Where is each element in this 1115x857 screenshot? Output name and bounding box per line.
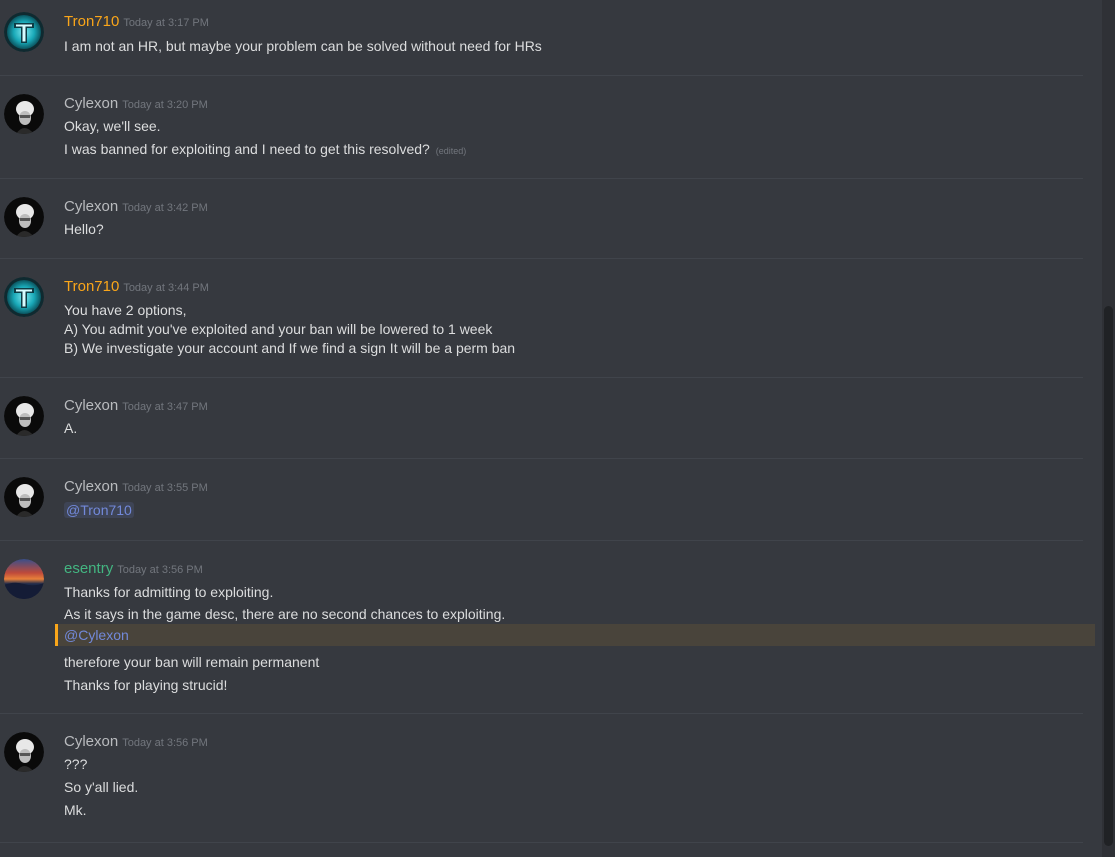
chat-messages: Tron710 Today at 3:17 PM I am not an HR, …	[0, 0, 1102, 857]
divider	[0, 258, 1083, 259]
username[interactable]: Cylexon	[64, 733, 118, 750]
message-header: Cylexon Today at 3:20 PM	[64, 94, 208, 115]
message-text: Mk.	[64, 802, 87, 818]
username[interactable]: esentry	[64, 560, 113, 577]
user-mention[interactable]: @Cylexon	[64, 627, 129, 643]
message-header: Cylexon Today at 3:56 PM	[64, 732, 208, 753]
user-mention[interactable]: @Tron710	[64, 502, 134, 518]
message-text: Thanks for playing strucid!	[64, 677, 228, 693]
message-header: Cylexon Today at 3:55 PM	[64, 477, 208, 498]
cylexon-avatar-icon[interactable]	[4, 396, 44, 436]
message-text: Hello?	[64, 221, 104, 237]
username[interactable]: Cylexon	[64, 198, 118, 215]
timestamp: Today at 3:17 PM	[123, 17, 209, 29]
divider	[0, 713, 1083, 714]
cylexon-avatar-icon[interactable]	[4, 732, 44, 772]
cylexon-avatar-icon[interactable]	[4, 94, 44, 134]
message-text: ???	[64, 756, 88, 772]
timestamp: Today at 3:56 PM	[117, 564, 203, 576]
message-header: Cylexon Today at 3:42 PM	[64, 197, 208, 218]
message-text: A.	[64, 420, 78, 436]
divider	[0, 377, 1083, 378]
username[interactable]: Cylexon	[64, 95, 118, 112]
message-text: Thanks for admitting to exploiting.	[64, 584, 274, 600]
message-header: Cylexon Today at 3:47 PM	[64, 396, 208, 417]
divider	[0, 842, 1083, 843]
username[interactable]: Cylexon	[64, 397, 118, 414]
timestamp: Today at 3:20 PM	[122, 99, 208, 111]
mention-highlight: @Cylexon	[55, 624, 1095, 646]
timestamp: Today at 3:42 PM	[122, 202, 208, 214]
esentry-avatar-icon[interactable]	[4, 559, 44, 599]
tron-avatar-icon[interactable]	[4, 12, 44, 52]
timestamp: Today at 3:44 PM	[123, 282, 209, 294]
message-text: I was banned for exploiting and I need t…	[64, 139, 466, 161]
username[interactable]: Cylexon	[64, 478, 118, 495]
message-text: B) We investigate your account and If we…	[64, 340, 516, 356]
message-text: @Tron710	[64, 500, 134, 520]
divider	[0, 458, 1083, 459]
message-text: @Cylexon	[64, 625, 129, 645]
username[interactable]: Tron710	[64, 278, 119, 295]
message-text: As it says in the game desc, there are n…	[64, 606, 506, 622]
tron-avatar-icon[interactable]	[4, 277, 44, 317]
divider	[0, 75, 1083, 76]
message-text: Okay, we'll see.	[64, 118, 161, 134]
divider	[0, 540, 1083, 541]
timestamp: Today at 3:55 PM	[122, 482, 208, 494]
message-header: Tron710 Today at 3:17 PM	[64, 12, 209, 33]
divider	[0, 178, 1083, 179]
message-text: I am not an HR, but maybe your problem c…	[64, 38, 542, 54]
cylexon-avatar-icon[interactable]	[4, 477, 44, 517]
message-text: You have 2 options,	[64, 302, 187, 318]
cylexon-avatar-icon[interactable]	[4, 197, 44, 237]
edited-label: (edited)	[435, 146, 467, 156]
message-header: Tron710 Today at 3:44 PM	[64, 277, 209, 298]
timestamp: Today at 3:56 PM	[122, 737, 208, 749]
message-text: A) You admit you've exploited and your b…	[64, 321, 493, 337]
message-header: esentry Today at 3:56 PM	[64, 559, 203, 580]
timestamp: Today at 3:47 PM	[122, 401, 208, 413]
scrollbar-track[interactable]	[1102, 0, 1115, 857]
scrollbar-thumb[interactable]	[1104, 306, 1113, 846]
message-text: So y'all lied.	[64, 779, 139, 795]
message-text-content: I was banned for exploiting and I need t…	[64, 141, 430, 157]
username[interactable]: Tron710	[64, 13, 119, 30]
message-text: therefore your ban will remain permanent	[64, 654, 320, 670]
